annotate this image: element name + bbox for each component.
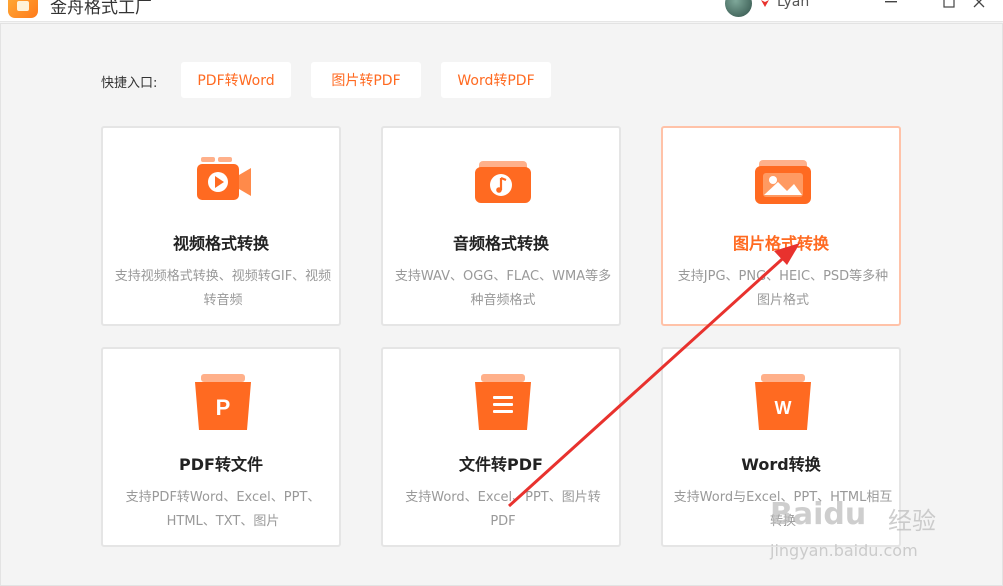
quick-pdf-to-word-button[interactable]: PDF转Word <box>181 62 291 98</box>
minimize-button[interactable] <box>880 0 902 10</box>
video-convert-card[interactable]: 视频格式转换 支持视频格式转换、视频转GIF、视频转音频 <box>101 126 341 326</box>
image-icon <box>755 160 811 204</box>
card-title: Word转换 <box>741 455 821 474</box>
title-bar: 金舟格式工厂 Lyan <box>0 0 1003 22</box>
card-description: 支持JPG、PNG、HEIC、PSD等多种图片格式 <box>677 269 889 308</box>
app-title: 金舟格式工厂 <box>50 0 152 18</box>
quick-image-to-pdf-button[interactable]: 图片转PDF <box>311 62 421 98</box>
watermark-url: jingyan.baidu.com <box>770 541 918 560</box>
card-title: 视频格式转换 <box>172 234 269 253</box>
svg-text:W: W <box>775 398 792 418</box>
card-description: 支持PDF转Word、Excel、PPT、HTML、TXT、图片 <box>125 490 321 529</box>
maximize-button[interactable] <box>938 0 960 10</box>
card-description: 支持WAV、OGG、FLAC、WMA等多种音频格式 <box>394 269 612 308</box>
username[interactable]: Lyan <box>777 0 809 10</box>
vip-badge-icon <box>761 0 769 7</box>
card-title: PDF转文件 <box>179 455 263 474</box>
card-title: 图片格式转换 <box>732 234 829 253</box>
maximize-icon <box>943 0 955 8</box>
card-title: 文件转PDF <box>459 455 543 474</box>
svg-text:P: P <box>216 395 231 420</box>
watermark-name: 经验 <box>888 507 936 535</box>
quick-entry-label: 快捷入口: <box>101 76 158 91</box>
card-description: 支持Word、Excel、PPT、图片转PDF <box>405 490 601 529</box>
file-to-pdf-card[interactable]: 文件转PDF 支持Word、Excel、PPT、图片转PDF <box>381 347 621 547</box>
audio-convert-card[interactable]: 音频格式转换 支持WAV、OGG、FLAC、WMA等多种音频格式 <box>381 126 621 326</box>
user-avatar[interactable] <box>725 0 752 17</box>
music-icon <box>475 161 531 203</box>
close-button[interactable] <box>968 0 990 10</box>
minimize-icon <box>885 1 897 3</box>
quick-word-to-pdf-button[interactable]: Word转PDF <box>441 62 551 98</box>
watermark-logo: Baidu <box>770 497 867 532</box>
video-icon <box>197 157 251 200</box>
watermark: Baidu 经验 jingyan.baidu.com <box>770 497 960 567</box>
card-title: 音频格式转换 <box>452 234 549 253</box>
image-convert-card[interactable]: 图片格式转换 支持JPG、PNG、HEIC、PSD等多种图片格式 <box>661 126 901 326</box>
pdf-icon: P <box>195 374 251 430</box>
document-icon <box>475 374 531 430</box>
close-icon <box>973 0 985 8</box>
pdf-convert-card[interactable]: P PDF转文件 支持PDF转Word、Excel、PPT、HTML、TXT、图… <box>101 347 341 547</box>
app-logo-icon <box>8 0 38 18</box>
word-icon: W <box>755 374 811 430</box>
card-description: 支持视频格式转换、视频转GIF、视频转音频 <box>114 269 332 308</box>
